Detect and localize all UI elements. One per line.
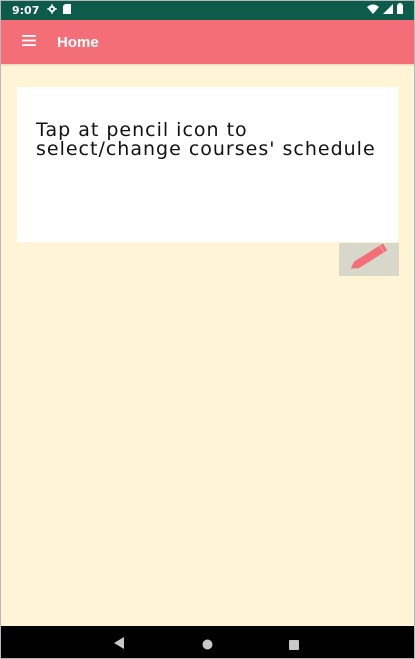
recents-square-icon <box>289 637 299 654</box>
menu-button[interactable] <box>18 31 40 53</box>
hamburger-menu-icon <box>22 33 36 51</box>
pencil-icon <box>346 243 392 276</box>
instruction-card: Tap at pencil icon to select/change cour… <box>17 87 398 242</box>
battery-icon <box>397 3 403 17</box>
app-title: Home <box>57 33 99 51</box>
sd-card-icon <box>63 3 72 17</box>
instruction-text: Tap at pencil icon to select/change cour… <box>36 119 376 160</box>
status-time: 9:07 <box>12 3 40 17</box>
status-bar: 9:07 <box>0 0 415 20</box>
status-right-icons <box>367 0 403 20</box>
edit-schedule-button[interactable] <box>339 243 399 276</box>
nav-home-button[interactable] <box>202 637 213 655</box>
settings-gear-icon <box>47 3 58 17</box>
nav-recents-button[interactable] <box>289 637 299 655</box>
wifi-icon <box>367 3 379 17</box>
back-triangle-icon <box>114 636 124 653</box>
cell-signal-icon <box>383 3 393 17</box>
app-screen: 9:07 Home Tap at pencil icon to select/c… <box>0 0 415 659</box>
app-bar: Home <box>0 20 415 64</box>
status-left-icons <box>47 3 72 17</box>
nav-back-button[interactable] <box>114 636 124 654</box>
system-nav-bar <box>0 626 415 659</box>
home-circle-icon <box>202 637 213 654</box>
